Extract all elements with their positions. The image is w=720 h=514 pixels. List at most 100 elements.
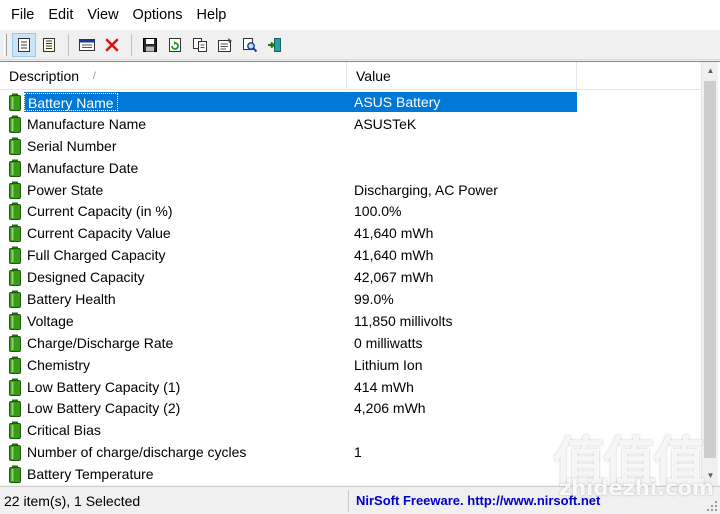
row-description: Voltage (27, 312, 74, 329)
table-row[interactable]: Low Battery Capacity (1) 414 mWh (0, 376, 701, 398)
row-description: Power State (27, 181, 104, 198)
menu-bar: File Edit View Options Help (0, 0, 720, 30)
row-value: 41,640 mWh (354, 225, 434, 242)
battery-icon (8, 202, 22, 221)
battery-icon (8, 334, 22, 352)
row-description: Number of charge/discharge cycles (27, 444, 247, 461)
menu-edit[interactable]: Edit (41, 0, 80, 30)
column-header-value[interactable]: Value (347, 62, 577, 90)
delete-button[interactable] (100, 33, 124, 57)
table-row[interactable]: Battery Health 99.0% (0, 288, 701, 310)
row-description: Battery Name (24, 93, 118, 111)
copy-icon (193, 37, 207, 52)
table-row[interactable]: Chemistry Lithium Ion (0, 354, 701, 376)
properties-icon (218, 37, 232, 52)
table-row[interactable]: Current Capacity (in %) 100.0% (0, 200, 701, 222)
sort-indicator: / (93, 71, 96, 82)
html-report-icon (18, 37, 30, 52)
find-button[interactable] (238, 33, 262, 57)
battery-icon (8, 378, 22, 396)
row-description: Low Battery Capacity (1) (27, 378, 181, 395)
properties-window-icon (79, 38, 95, 51)
copy-button[interactable] (188, 33, 212, 57)
battery-icon (8, 465, 22, 484)
scroll-up-arrow[interactable]: ▲ (702, 62, 719, 79)
table-row[interactable]: Current Capacity Value 41,640 mWh (0, 222, 701, 244)
row-value: 414 mWh (354, 378, 414, 395)
table-row[interactable]: Battery Name ASUS Battery (0, 91, 701, 113)
row-description: Full Charged Capacity (27, 247, 166, 264)
exit-button[interactable] (263, 33, 287, 57)
save-disk-icon (143, 37, 157, 52)
row-value: 99.0% (354, 291, 394, 308)
row-description: Designed Capacity (27, 269, 145, 286)
battery-icon (8, 93, 22, 111)
battery-icon (8, 356, 22, 374)
refresh-button[interactable] (163, 33, 187, 57)
properties-window-button[interactable] (75, 33, 99, 57)
battery-icon (8, 115, 22, 133)
table-row[interactable]: Full Charged Capacity 41,640 mWh (0, 244, 701, 266)
table-row[interactable]: Number of charge/discharge cycles 1 (0, 441, 701, 463)
row-value: 11,850 millivolts (354, 312, 453, 329)
report-all-button[interactable] (37, 33, 61, 57)
battery-icon (8, 246, 22, 265)
battery-icon (8, 224, 22, 243)
menu-file[interactable]: File (4, 0, 41, 30)
row-description: Manufacture Date (27, 159, 139, 176)
table-row[interactable]: Voltage 11,850 millivolts (0, 310, 701, 332)
toolbar-separator (68, 33, 69, 56)
status-divider (348, 490, 349, 512)
report-all-icon (43, 37, 55, 52)
table-row[interactable]: Critical Bias (0, 419, 701, 441)
menu-help[interactable]: Help (190, 0, 234, 30)
vertical-scrollbar[interactable]: ▲ ▼ (701, 62, 718, 485)
battery-icon (8, 312, 22, 330)
status-bar: 22 item(s), 1 Selected NirSoft Freeware.… (0, 486, 720, 514)
table-row[interactable]: Manufacture Name ASUSTeK (0, 113, 701, 135)
row-description: Charge/Discharge Rate (27, 334, 174, 351)
table-row[interactable]: Charge/Discharge Rate 0 milliwatts (0, 332, 701, 354)
scroll-thumb[interactable] (704, 81, 716, 458)
refresh-icon (169, 37, 181, 52)
row-value: 1 (354, 444, 362, 461)
properties-button[interactable] (213, 33, 237, 57)
row-value: ASUSTeK (354, 115, 417, 132)
table-row[interactable]: Low Battery Capacity (2) 4,206 mWh (0, 397, 701, 419)
table-row[interactable]: Battery Temperature (0, 463, 701, 485)
table-row[interactable]: Manufacture Date (0, 157, 701, 179)
battery-icon (8, 268, 22, 287)
battery-icon (8, 443, 22, 462)
row-value: 100.0% (354, 203, 402, 220)
row-description: Battery Health (27, 291, 116, 308)
menu-options[interactable]: Options (126, 0, 190, 30)
item-count-status: 22 item(s), 1 Selected (4, 493, 141, 509)
html-report-button[interactable] (12, 32, 36, 57)
exit-icon (268, 37, 281, 52)
toolbar (0, 30, 720, 60)
row-description: Critical Bias (27, 422, 101, 439)
scroll-down-arrow[interactable]: ▼ (702, 467, 719, 484)
resize-grip-icon[interactable] (706, 500, 718, 512)
row-value: 42,067 mWh (354, 269, 434, 286)
battery-icon (8, 137, 22, 155)
row-value: 4,206 mWh (354, 400, 426, 417)
battery-icon (8, 181, 22, 199)
battery-icon (8, 399, 22, 418)
find-icon (243, 37, 258, 52)
menu-view[interactable]: View (80, 0, 125, 30)
battery-info-list[interactable]: Description / Value Battery Name ASUS Bat… (0, 61, 720, 485)
row-description: Chemistry (27, 356, 91, 373)
column-header-description[interactable]: Description / (0, 62, 347, 90)
table-row[interactable]: Designed Capacity 42,067 mWh (0, 266, 701, 288)
toolbar-separator (131, 33, 132, 56)
row-value: 41,640 mWh (354, 247, 434, 264)
save-button[interactable] (138, 33, 162, 57)
toolbar-grip[interactable] (4, 33, 7, 56)
row-description: Current Capacity Value (27, 225, 171, 242)
table-row[interactable]: Power State Discharging, AC Power (0, 179, 701, 201)
table-row[interactable]: Serial Number (0, 135, 701, 157)
nirsoft-link[interactable]: NirSoft Freeware. http://www.nirsoft.net (356, 487, 600, 514)
row-description: Current Capacity (in %) (27, 203, 173, 220)
list-rows: Battery Name ASUS Battery Manufacture Name… (0, 91, 701, 485)
